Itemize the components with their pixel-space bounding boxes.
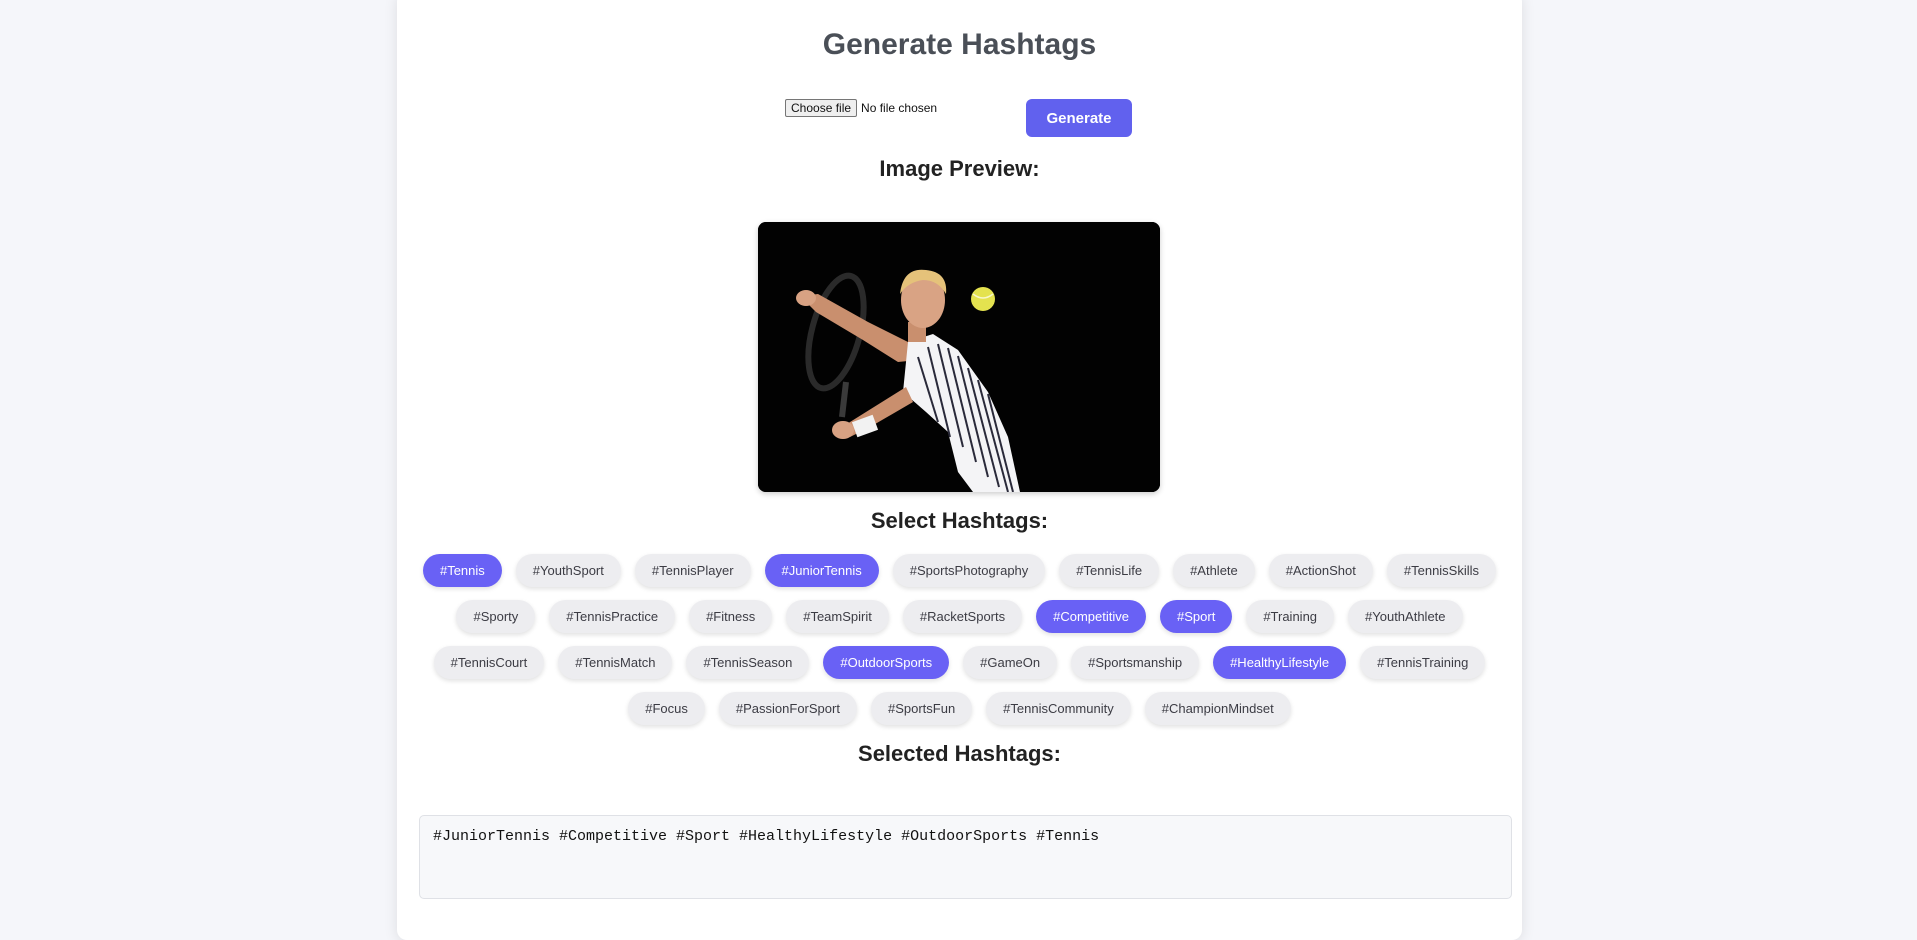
hashtag-chip[interactable]: #ChampionMindset [1144,692,1291,725]
selected-hashtags-textarea[interactable]: #JuniorTennis #Competitive #Sport #Healt… [419,815,1512,899]
choose-file-button[interactable]: Choose file [785,99,858,117]
hashtag-chip[interactable]: #SportsFun [870,692,973,725]
hashtag-chip[interactable]: #Competitive [1036,600,1146,633]
tennis-player-photo [758,222,1160,492]
hashtag-chip[interactable]: #SportsPhotography [892,554,1046,587]
hashtag-chip[interactable]: #TeamSpirit [786,600,889,633]
hashtag-chip[interactable]: #Fitness [689,600,773,633]
hashtag-chip[interactable]: #HealthyLifestyle [1213,646,1347,679]
hashtag-chip[interactable]: #ActionShot [1268,554,1373,587]
hashtag-chip[interactable]: #TennisSeason [686,646,810,679]
hashtag-chip[interactable]: #TennisMatch [558,646,673,679]
hashtag-chip[interactable]: #Sportsmanship [1071,646,1200,679]
hashtag-chip[interactable]: #Athlete [1173,554,1255,587]
hashtag-chip[interactable]: #Sporty [456,600,536,633]
main-card: Generate Hashtags Choose file No file ch… [397,0,1522,940]
hashtag-chip[interactable]: #TennisCourt [433,646,545,679]
hashtag-chip[interactable]: #TennisPractice [549,600,676,633]
image-preview-heading: Image Preview: [879,156,1040,181]
hashtag-chip[interactable]: #OutdoorSports [823,646,950,679]
selected-hashtags-heading: Selected Hashtags: [858,741,1061,766]
hashtag-chip[interactable]: #YouthSport [515,554,621,587]
hashtag-chip[interactable]: #RacketSports [902,600,1023,633]
hashtag-chip[interactable]: #YouthAthlete [1348,600,1463,633]
file-status-text: No file chosen [861,101,938,115]
hashtag-chip[interactable]: #TennisSkills [1386,554,1497,587]
file-input[interactable]: Choose file No file chosen [785,99,937,117]
hashtag-chip[interactable]: #GameOn [963,646,1058,679]
hashtag-chip[interactable]: #TennisPlayer [634,554,751,587]
hashtag-chip[interactable]: #PassionForSport [718,692,857,725]
hashtag-chip[interactable]: #Sport [1160,600,1233,633]
hashtag-chip[interactable]: #Tennis [422,554,502,587]
hashtag-list: #Tennis #YouthSport #TennisPlayer #JuniorTe… [417,554,1502,725]
hashtag-chip[interactable]: #TennisLife [1059,554,1160,587]
hashtag-chip[interactable]: #Focus [628,692,705,725]
generate-button[interactable]: Generate [1026,99,1132,137]
hashtag-chip[interactable]: #JuniorTennis [764,554,879,587]
page-title: Generate Hashtags [822,28,1097,61]
image-preview [758,222,1160,492]
hashtag-chip[interactable]: #TennisCommunity [986,692,1131,725]
hashtag-chip[interactable]: #TennisTraining [1360,646,1486,679]
hashtag-chip[interactable]: #Training [1246,600,1335,633]
select-hashtags-heading: Select Hashtags: [870,508,1049,533]
